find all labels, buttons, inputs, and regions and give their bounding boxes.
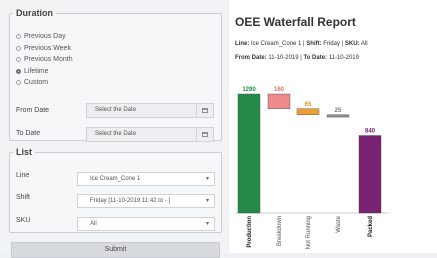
bar-production — [237, 93, 261, 214]
line-label: Line — [16, 172, 30, 179]
submit-button[interactable]: Submit — [11, 242, 220, 258]
bar-waste — [326, 114, 350, 118]
duration-option[interactable]: Lifetime — [16, 68, 49, 75]
bar-not-running — [296, 108, 320, 115]
list-fieldset: List Line Ice Cream_Cone 1 ▾ Shift Frida… — [9, 147, 222, 233]
category-label: Waste — [336, 215, 342, 232]
filter-panel: Duration Previous Day Previous Week Previo… — [0, 0, 228, 258]
line-select-value: Ice Cream_Cone 1 — [90, 176, 141, 182]
oee-waterfall-chart: 1290 Production 160 Breakdown 65 Not Running 2… — [235, 87, 389, 249]
bar-value-label: 1290 — [242, 87, 256, 93]
bar-breakdown — [267, 93, 291, 109]
to-date-label: To Date — [16, 130, 41, 137]
line-select[interactable]: Ice Cream_Cone 1 ▾ — [77, 172, 215, 186]
bar-packed — [358, 135, 382, 214]
bar-value-label: 25 — [335, 108, 342, 114]
calendar-icon[interactable] — [196, 104, 213, 117]
duration-option[interactable]: Previous Week — [16, 45, 71, 52]
report-panel: OEE Waterfall Report Line: Ice Cream_Con… — [229, 0, 437, 253]
radio-button[interactable] — [16, 68, 21, 74]
duration-option[interactable]: Previous Day — [16, 33, 66, 40]
category-label: Packed — [368, 216, 374, 237]
chevron-down-icon: ▾ — [205, 198, 209, 204]
duration-option-label: Previous Day — [24, 33, 66, 40]
category-label: Production — [247, 216, 253, 248]
duration-option-label: Previous Week — [24, 44, 71, 52]
bar-value-label: 840 — [365, 129, 376, 135]
duration-option-label: Custom — [24, 79, 49, 86]
bar-value-label: 65 — [305, 102, 312, 108]
sku-select[interactable]: All ▾ — [77, 217, 215, 231]
shift-select-value: Friday [11-10-2019 11:42 to - ] — [90, 198, 171, 204]
chevron-down-icon: ▾ — [205, 176, 209, 182]
duration-option[interactable]: Custom — [16, 79, 48, 86]
duration-fieldset: Duration Previous Day Previous Week Previo… — [9, 8, 222, 142]
duration-option-label: Previous Month — [24, 56, 73, 63]
shift-select[interactable]: Friday [11-10-2019 11:42 to - ] ▾ — [77, 194, 215, 208]
shift-label: Shift — [16, 194, 31, 201]
to-date-value: Select the Date — [95, 131, 137, 137]
radio-button[interactable] — [16, 34, 21, 39]
chevron-down-icon: ▾ — [205, 221, 209, 227]
from-date-label: From Date — [16, 107, 50, 114]
calendar-icon[interactable] — [196, 128, 213, 141]
radio-button[interactable] — [16, 57, 21, 62]
list-legend: List — [16, 147, 33, 157]
radio-button[interactable] — [16, 45, 21, 51]
to-date-input[interactable]: Select the Date — [86, 127, 214, 142]
category-label: Not Running — [306, 216, 312, 249]
category-label: Breakdown — [277, 216, 283, 246]
from-date-value: Select the Date — [95, 107, 137, 113]
bar-value-label: 160 — [274, 87, 285, 93]
duration-option[interactable]: Previous Month — [16, 56, 73, 63]
duration-option-label: Lifetime — [24, 67, 49, 75]
sku-select-value: All — [90, 221, 97, 227]
radio-button[interactable] — [16, 80, 21, 85]
duration-legend: Duration — [16, 8, 53, 18]
from-date-input[interactable]: Select the Date — [86, 103, 214, 118]
sku-label: SKU — [16, 217, 31, 224]
